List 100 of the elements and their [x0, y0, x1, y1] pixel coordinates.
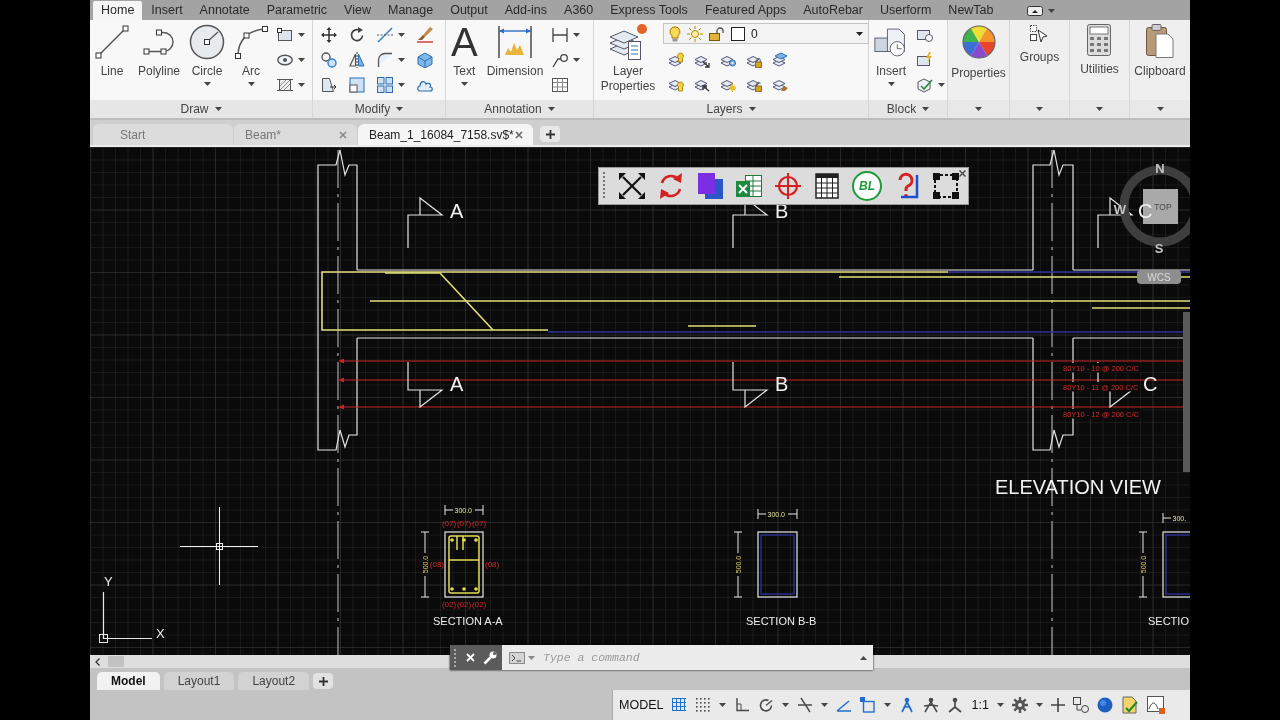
figure-icon[interactable] — [899, 697, 916, 713]
document-check-icon[interactable] — [1120, 696, 1139, 714]
scroll-left-icon[interactable] — [95, 657, 100, 666]
cube-icon[interactable] — [417, 52, 433, 68]
ribbon-minimize-icon[interactable] — [1026, 5, 1043, 16]
layer-stack-icon[interactable] — [772, 52, 788, 68]
scale-icon[interactable] — [349, 77, 365, 93]
wrench-icon[interactable] — [483, 650, 497, 665]
ribbon-tab[interactable]: Annotate — [191, 1, 258, 20]
command-prompt-icon[interactable] — [509, 651, 525, 664]
caret-icon[interactable] — [938, 83, 945, 87]
ribbon-tool-button[interactable]: Circle — [186, 23, 229, 86]
caret-icon[interactable] — [298, 83, 306, 87]
caret-icon[interactable] — [398, 58, 405, 62]
crosshair-target-icon[interactable] — [774, 172, 802, 200]
window-graph-icon[interactable] — [1146, 696, 1165, 714]
figure-icon[interactable] — [947, 697, 964, 713]
trim-icon[interactable] — [377, 27, 393, 43]
close-icon[interactable] — [959, 170, 966, 177]
grid-table-icon[interactable] — [813, 172, 841, 200]
isolate-circle-icon[interactable] — [1096, 697, 1113, 713]
array-grid-icon[interactable] — [377, 77, 393, 93]
grid-icon[interactable] — [671, 697, 688, 713]
layout-tab[interactable]: Model — [97, 672, 160, 690]
linear-dimension-icon[interactable] — [552, 27, 569, 43]
caret-icon[interactable] — [396, 107, 404, 111]
caret-icon[interactable] — [975, 107, 982, 111]
toolbar-text-button[interactable]: BL — [852, 171, 882, 201]
ribbon-tool-button[interactable]: Arc — [231, 23, 272, 86]
model-space-button[interactable]: MODEL — [619, 698, 664, 712]
caret-icon[interactable] — [1035, 703, 1043, 707]
ribbon-tool-button[interactable]: Polyline — [135, 23, 184, 82]
ribbon-tool-button[interactable]: A Text — [448, 23, 481, 86]
ortho-icon[interactable] — [734, 697, 751, 713]
caret-icon[interactable] — [884, 703, 892, 707]
overlapping-squares-icon[interactable] — [696, 172, 724, 200]
brush-icon[interactable] — [417, 27, 433, 43]
rectangle-icon[interactable] — [277, 27, 294, 43]
caret-icon[interactable] — [398, 83, 405, 87]
snap-dots-icon[interactable] — [695, 697, 712, 713]
command-input[interactable]: Type a command — [539, 645, 854, 670]
ribbon-tab[interactable]: Insert — [143, 1, 191, 20]
caret-icon[interactable] — [1036, 107, 1043, 111]
annotation-scale-button[interactable]: 1:1 — [971, 698, 989, 712]
fillet-icon[interactable] — [377, 52, 393, 68]
ribbon-tab[interactable]: Output — [442, 1, 496, 20]
grip-icon[interactable] — [603, 172, 607, 200]
layer-bulb-icon[interactable] — [668, 52, 684, 68]
ribbon-tab[interactable]: Express Tools — [602, 1, 696, 20]
caret-icon[interactable] — [398, 33, 405, 37]
caret-icon[interactable] — [298, 33, 306, 37]
file-tab[interactable]: Beam_1_16084_7158.sv$* — [358, 124, 533, 145]
ellipse-icon[interactable] — [277, 52, 294, 68]
layer-dropdown[interactable]: 0 — [663, 23, 869, 44]
ribbon-tab[interactable]: Parametric — [258, 1, 336, 20]
angle-icon[interactable] — [836, 697, 853, 713]
rotate-icon[interactable] — [349, 27, 365, 43]
panel-title[interactable]: Layers — [706, 102, 743, 116]
caret-icon[interactable] — [1156, 107, 1164, 111]
caret-icon[interactable] — [298, 58, 306, 62]
isometric-icon[interactable] — [797, 697, 814, 713]
add-layout-button[interactable] — [313, 673, 334, 689]
caret-icon[interactable] — [573, 58, 581, 62]
spreadsheet-icon[interactable] — [735, 172, 763, 200]
caret-icon[interactable] — [1047, 8, 1055, 13]
ribbon-tool-button[interactable]: Dimension — [483, 23, 547, 82]
block-lightning-icon[interactable] — [917, 52, 933, 68]
cross-arrows-icon[interactable] — [618, 172, 646, 200]
ribbon-tab[interactable]: Userform — [871, 1, 940, 20]
caret-icon[interactable] — [922, 107, 930, 111]
ribbon-tab[interactable]: A360 — [556, 1, 602, 20]
object-snap-icon[interactable] — [860, 697, 877, 713]
settings-icon[interactable] — [1011, 697, 1028, 713]
caret-icon[interactable] — [748, 107, 756, 111]
caret-icon[interactable] — [214, 107, 222, 111]
leader-icon[interactable] — [552, 52, 569, 68]
block-edit-icon[interactable] — [917, 27, 933, 43]
panel-title[interactable]: Draw — [180, 102, 209, 116]
caret-icon[interactable] — [821, 703, 829, 707]
mirror-icon[interactable] — [349, 52, 365, 68]
caret-icon[interactable] — [996, 703, 1004, 707]
layout-tab[interactable]: Layout2 — [238, 672, 310, 690]
figure-icon[interactable] — [923, 697, 940, 713]
ribbon-tab[interactable]: Featured Apps — [696, 1, 795, 20]
copy-circles-icon[interactable] — [321, 52, 337, 68]
dashed-square-icon[interactable] — [932, 172, 960, 200]
ribbon-tab[interactable]: View — [336, 1, 379, 20]
ribbon-tool-button[interactable]: Line — [92, 23, 132, 82]
table-icon[interactable] — [552, 77, 569, 93]
layout-tab[interactable]: Layout1 — [163, 672, 235, 690]
ribbon-tool-button[interactable]: Layer Properties — [595, 23, 661, 97]
new-tab-button[interactable] — [540, 126, 560, 142]
circular-arrows-icon[interactable] — [657, 172, 685, 200]
plus-icon[interactable] — [1050, 698, 1065, 712]
ribbon-tab[interactable]: Home — [93, 1, 143, 20]
stretch-icon[interactable] — [321, 77, 337, 93]
caret-icon[interactable] — [719, 703, 727, 707]
close-icon[interactable] — [515, 130, 523, 139]
ribbon-tool-button[interactable]: Insert — [871, 23, 911, 86]
block-check-icon[interactable] — [917, 77, 933, 93]
